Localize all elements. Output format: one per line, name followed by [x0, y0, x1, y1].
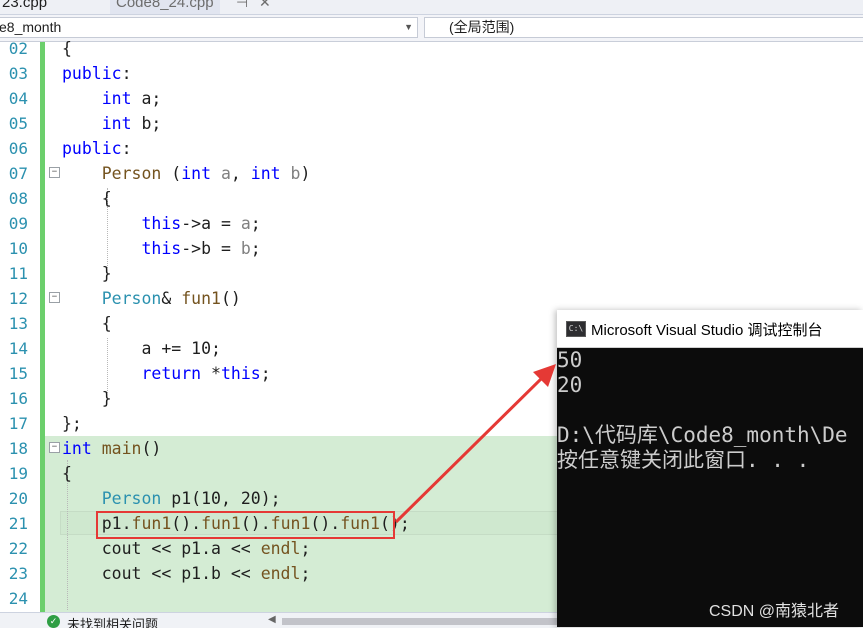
arrow-shaft — [394, 375, 545, 524]
annotation-arrow — [394, 364, 556, 524]
